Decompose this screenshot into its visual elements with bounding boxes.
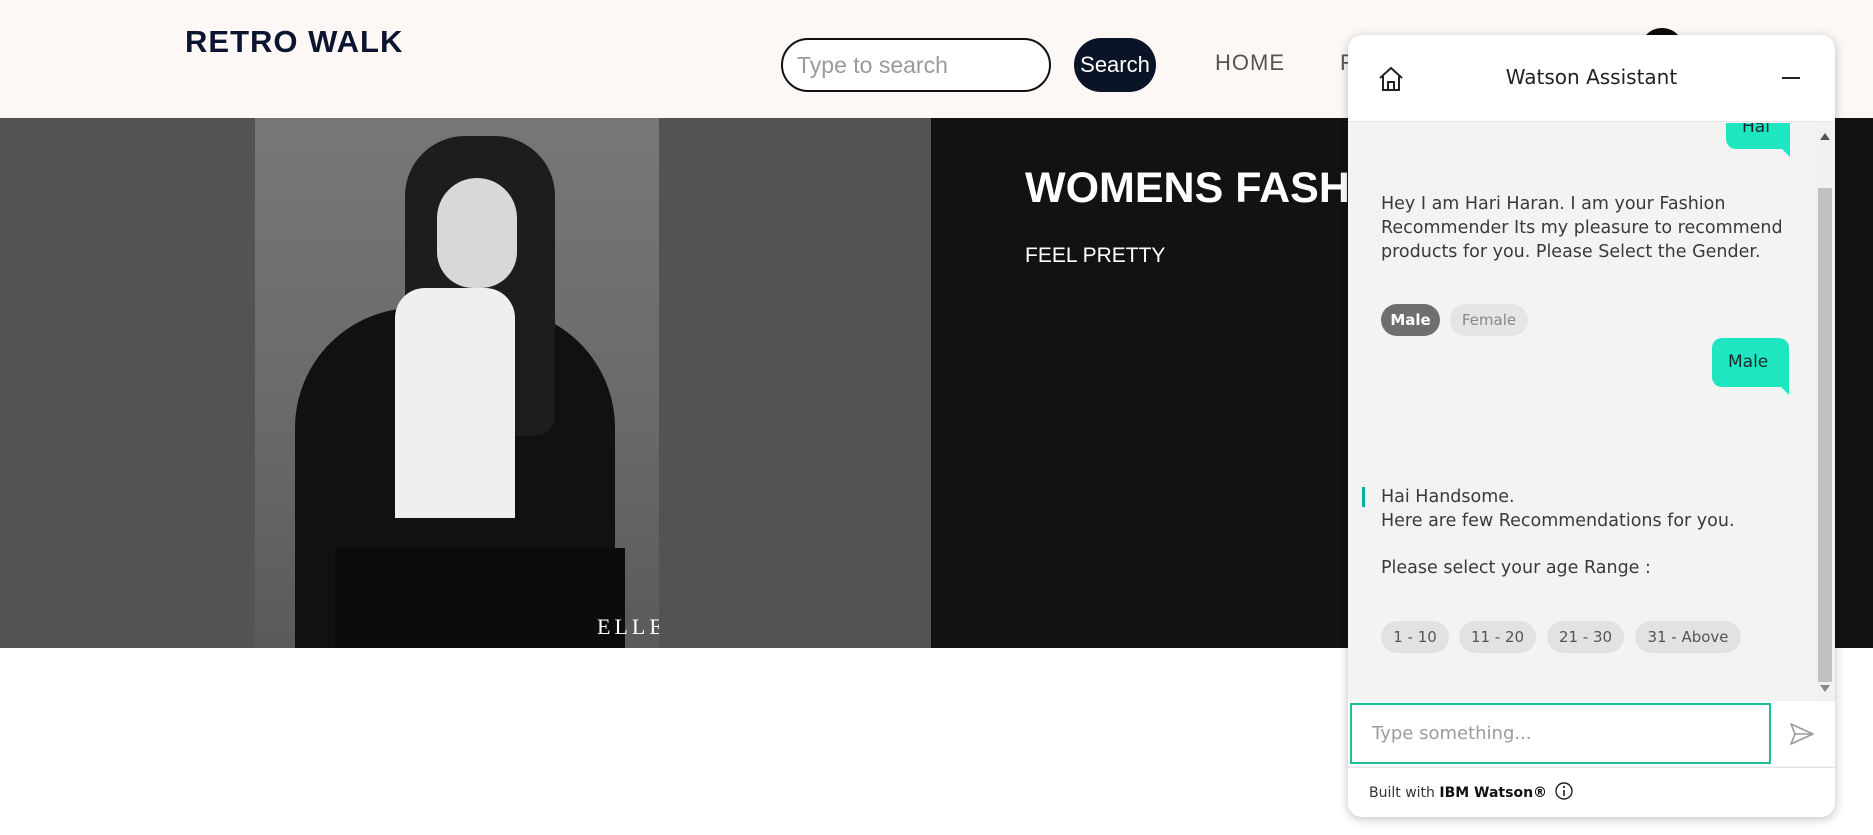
hero-subtitle: FEEL PRETTY [1025,244,1166,267]
search-button[interactable]: Search [1074,38,1156,92]
age-option-1-10[interactable]: 1 - 10 [1381,621,1449,653]
search-input[interactable] [781,38,1051,92]
chat-scrollbar[interactable] [1815,123,1835,701]
minimize-icon[interactable] [1782,77,1800,79]
age-option-31-above[interactable]: 31 - Above [1635,621,1741,653]
hero-image: ELLE [255,118,659,648]
photo-watermark: ELLE [597,614,659,639]
chat-input-area [1348,701,1835,766]
chat-header: Watson Assistant [1348,35,1835,122]
age-option-11-20[interactable]: 11 - 20 [1459,621,1536,653]
info-icon[interactable] [1554,781,1574,801]
chat-title: Watson Assistant [1505,65,1678,89]
send-icon[interactable] [1787,719,1817,749]
bot-message-age-prompt: Please select your age Range : [1381,558,1651,578]
photo-face-shape [437,178,517,288]
footer-brand: IBM Watson® [1439,785,1548,801]
brand-logo[interactable]: RETRO WALK [185,24,403,60]
user-message-bubble: Male [1712,338,1789,395]
user-message-bubble: Hai [1726,123,1790,157]
gender-option-male[interactable]: Male [1381,304,1440,336]
chat-footer: Built with IBM Watson® [1348,767,1835,817]
bot-message-recommendation: Here are few Recommendations for you. [1381,511,1735,531]
age-option-21-30[interactable]: 21 - 30 [1547,621,1624,653]
footer-text: Built with IBM Watson® [1369,785,1547,801]
scroll-thumb[interactable] [1818,188,1832,682]
nav-home-link[interactable]: HOME [1215,50,1285,76]
photo-shirt-shape [395,288,515,518]
photo-pants-shape [335,548,625,648]
footer-prefix: Built with [1369,785,1440,801]
gender-option-female[interactable]: Female [1450,304,1528,336]
chat-message-input[interactable] [1350,703,1771,764]
scroll-down-arrow-icon[interactable] [1820,685,1830,692]
bot-message-intro: Hey I am Hari Haran. I am your Fashion R… [1381,194,1783,262]
scroll-up-arrow-icon[interactable] [1820,133,1830,140]
bot-message-greeting: Hai Handsome. [1381,487,1515,507]
chat-widget: Watson Assistant Hai Hey I am Hari Haran… [1348,35,1835,817]
bot-message-indicator [1362,487,1365,507]
chat-messages[interactable]: Hai Hey I am Hari Haran. I am your Fashi… [1348,123,1815,701]
